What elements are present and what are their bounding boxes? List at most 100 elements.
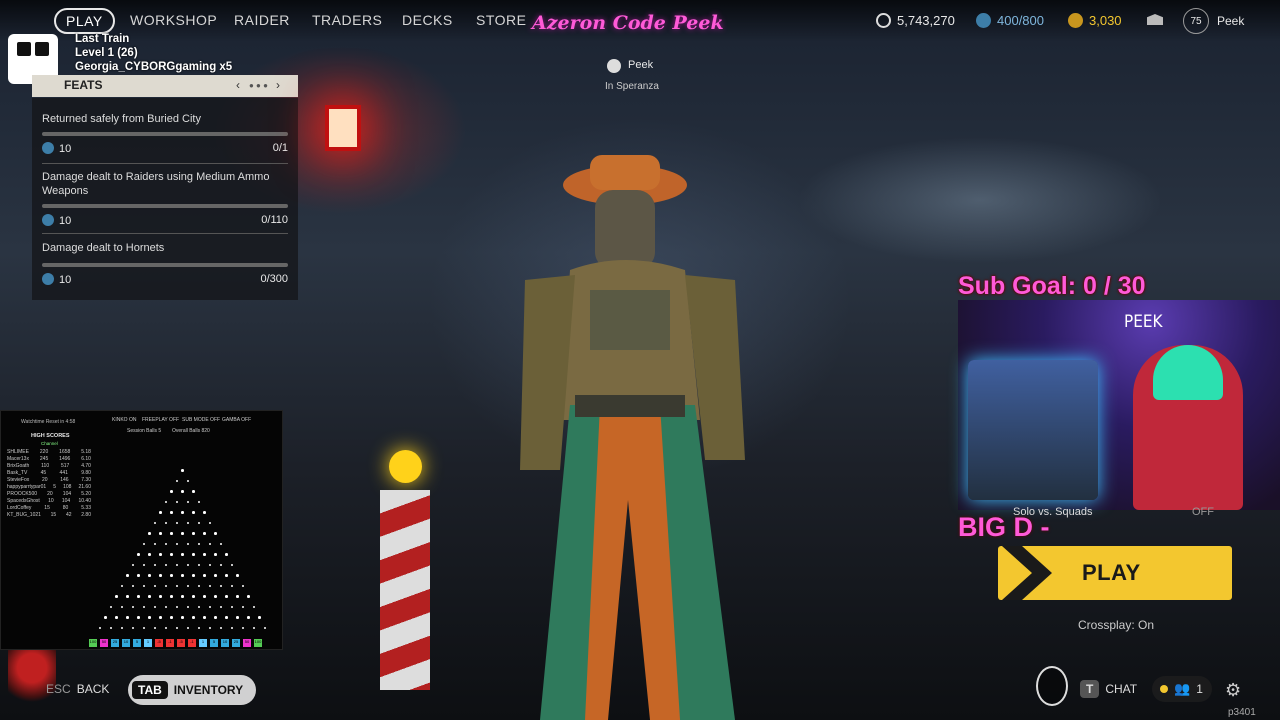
plinko-peg — [192, 574, 195, 577]
nav-play[interactable]: PLAY — [54, 8, 115, 34]
raider-character — [520, 155, 745, 720]
plinko-peg — [197, 626, 200, 629]
plinko-peg — [131, 584, 134, 587]
plinko-peg — [170, 553, 173, 556]
high-score-cell: 441 — [59, 470, 68, 476]
token-icon — [42, 142, 54, 154]
plinko-bucket: 50 — [243, 639, 251, 647]
plinko-peg — [126, 574, 129, 577]
plinko-peg — [181, 616, 184, 619]
nav-raider[interactable]: RAIDER — [234, 12, 290, 28]
plinko-peg — [192, 490, 195, 493]
emote-icon[interactable] — [1036, 666, 1068, 706]
plinko-peg — [203, 532, 206, 535]
high-score-cell: 9.80 — [81, 470, 91, 476]
event-level: Level 1 (26) — [75, 47, 138, 59]
inventory-button[interactable]: TAB INVENTORY — [128, 675, 256, 705]
back-button[interactable]: ESC BACK — [46, 682, 109, 696]
plinko-bucket: -5 — [155, 639, 163, 647]
chat-label: CHAT — [1105, 682, 1138, 696]
plinko-peg — [192, 595, 195, 598]
high-score-cell: Bask_TV — [7, 470, 28, 476]
plinko-peg — [181, 511, 184, 514]
high-score-cell: 220 — [39, 449, 49, 455]
party-button[interactable]: 👥 1 — [1152, 676, 1212, 702]
token-icon — [42, 214, 54, 226]
feat-progress: 0/110 — [261, 214, 288, 226]
party-icon: 👥 — [1174, 681, 1191, 696]
plinko-peg — [203, 616, 206, 619]
plinko-peg — [186, 542, 189, 545]
plinko-bucket: 5 — [210, 639, 218, 647]
inventory-label: INVENTORY — [173, 683, 244, 697]
tokens-display: 400/800 — [976, 13, 1044, 28]
plinko-peg — [175, 500, 178, 503]
yellow-light — [389, 450, 422, 483]
plinko-peg — [186, 563, 189, 566]
plinko-peg — [142, 563, 145, 566]
plinko-peg — [131, 626, 134, 629]
plinko-peg — [214, 616, 217, 619]
plinko-peg — [219, 605, 222, 608]
sub-goal: Sub Goal: 0 / 30 — [958, 272, 1146, 300]
high-score-cell: StevieFox — [7, 477, 30, 483]
plinko-bucket: 100 — [89, 639, 97, 647]
high-score-cell: 4.70 — [81, 463, 91, 469]
feat-name: Damage dealt to Raiders using Medium Amm… — [42, 171, 270, 197]
nav-store[interactable]: STORE — [476, 12, 526, 28]
high-score-cell: 1658 — [59, 449, 71, 455]
play-button[interactable]: PLAY — [998, 546, 1232, 600]
plinko-peg — [247, 595, 250, 598]
chat-button[interactable]: T CHAT — [1080, 680, 1137, 698]
overall-balls: Overall Balls 820 — [172, 428, 210, 434]
profile-name[interactable]: Peek — [1217, 14, 1244, 28]
plinko-peg — [175, 479, 178, 482]
play-arrow-icon — [1002, 546, 1052, 600]
plinko-bucket: 25 — [232, 639, 240, 647]
high-score-cell: 80 — [62, 505, 69, 511]
plinko-peg — [241, 605, 244, 608]
plinko-peg — [175, 605, 178, 608]
plinko-peg — [131, 605, 134, 608]
high-score-cell: 5.33 — [81, 505, 91, 511]
plinko-bucket: 5 — [133, 639, 141, 647]
plinko-peg — [148, 553, 151, 556]
plinko-stat: FREEPLAY OFF — [142, 417, 180, 423]
plinko-peg — [126, 616, 129, 619]
settings-gear-icon[interactable]: ⚙ — [1225, 680, 1241, 701]
feats-panel: Returned safely from Buried City 10 0/1 D… — [32, 98, 298, 300]
plinko-peg — [137, 553, 140, 556]
plinko-peg — [186, 605, 189, 608]
high-score-cell: 42 — [65, 512, 72, 518]
plinko-peg — [126, 595, 129, 598]
nav-traders[interactable]: TRADERS — [312, 12, 382, 28]
feats-title: FEATS — [64, 78, 103, 92]
plinko-peg — [153, 626, 156, 629]
plinko-peg — [137, 595, 140, 598]
nav-workshop[interactable]: WORKSHOP — [130, 12, 217, 28]
plinko-peg — [192, 532, 195, 535]
plinko-peg — [241, 626, 244, 629]
feats-prev-icon[interactable]: ‹ — [236, 78, 240, 92]
plinko-peg — [186, 584, 189, 587]
nav-decks[interactable]: DECKS — [402, 12, 453, 28]
mode-toggle[interactable]: OFF — [1192, 506, 1214, 518]
plinko-stat: SUB MODE OFF — [182, 417, 221, 423]
red-lamp — [325, 105, 361, 151]
plinko-peg — [236, 616, 239, 619]
high-score-cell: 146 — [60, 477, 69, 483]
plinko-peg — [153, 542, 156, 545]
plinko-peg — [142, 605, 145, 608]
feats-next-icon[interactable]: › — [276, 78, 280, 92]
plinko-peg — [159, 511, 162, 514]
plinko-peg — [214, 595, 217, 598]
feat-progress-bar — [42, 204, 288, 208]
plinko-peg — [120, 626, 123, 629]
plinko-bucket: -1 — [188, 639, 196, 647]
back-label: BACK — [76, 682, 110, 696]
plinko-peg — [164, 542, 167, 545]
high-score-row: LordCoffey 15 80 5.33 — [5, 505, 93, 512]
high-score-cell: Macer13x — [7, 456, 29, 462]
plinko-peg — [164, 563, 167, 566]
credits-display: 5,743,270 — [876, 13, 955, 28]
